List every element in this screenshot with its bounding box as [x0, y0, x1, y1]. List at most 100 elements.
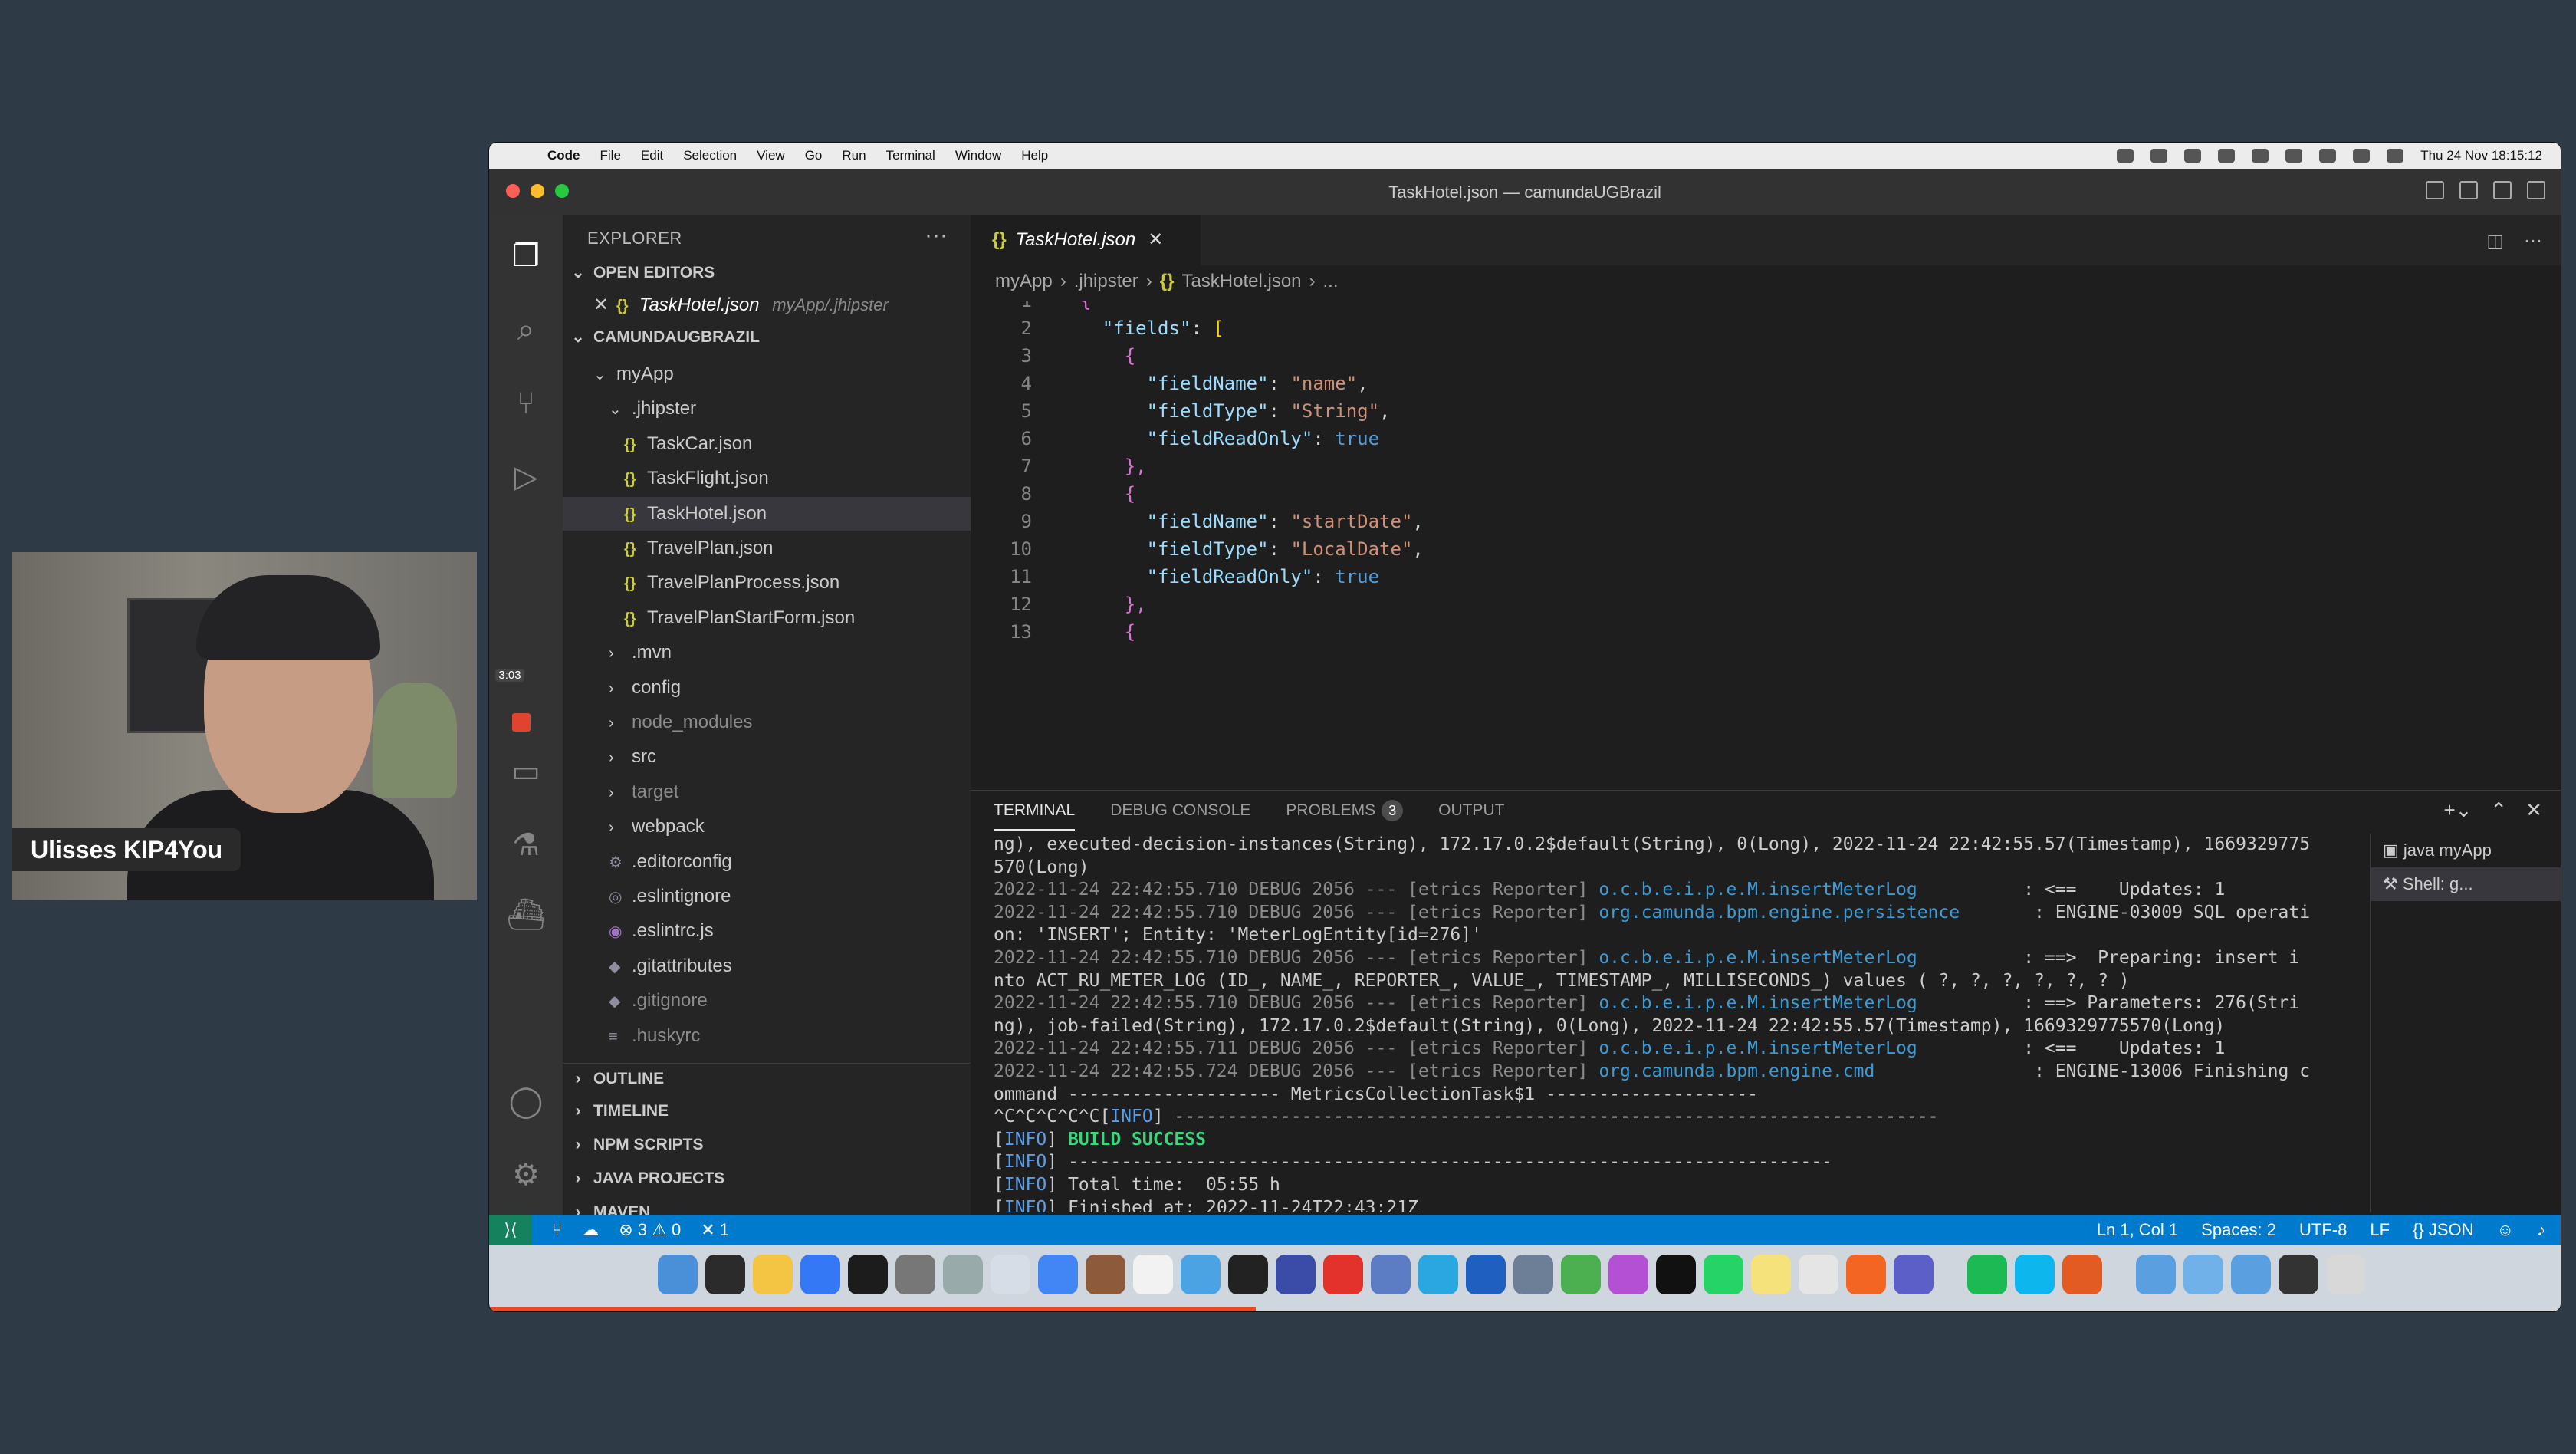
docker-icon[interactable]: ⛴	[506, 894, 546, 934]
dock-app-icon[interactable]	[1656, 1255, 1696, 1294]
tree-item[interactable]: › webpack	[563, 810, 971, 844]
tree-item[interactable]: {} TaskCar.json	[563, 427, 971, 461]
tray-icon[interactable]	[2117, 149, 2134, 163]
dock-app-icon[interactable]	[1276, 1255, 1316, 1294]
tab-terminal[interactable]: TERMINAL	[994, 791, 1076, 831]
dock-app-icon[interactable]	[2231, 1255, 2271, 1294]
close-panel-icon[interactable]: ✕	[2525, 798, 2542, 822]
tree-item[interactable]: › config	[563, 671, 971, 705]
close-icon[interactable]: ✕	[563, 288, 609, 322]
dock-app-icon[interactable]	[2015, 1255, 2055, 1294]
dock-app-icon[interactable]	[1323, 1255, 1363, 1294]
toggle-secondary-sidebar-icon[interactable]	[2493, 181, 2512, 199]
breadcrumb-item[interactable]: .jhipster	[1074, 271, 1138, 291]
open-editors-section[interactable]: ⌄ OPEN EDITORS	[563, 258, 971, 288]
tree-item[interactable]: {} TaskHotel.json	[563, 496, 971, 531]
menu-bar-clock[interactable]: Thu 24 Nov 18:15:12	[2420, 143, 2542, 169]
tree-item[interactable]: › .mvn	[563, 636, 971, 669]
settings-gear-icon[interactable]: ⚙	[506, 1155, 546, 1195]
tree-item[interactable]: ◆ .gitignore	[563, 984, 971, 1018]
terminal-output[interactable]: ng), executed-decision-instances(String)…	[994, 834, 2374, 1212]
tree-item[interactable]: {} TravelPlan.json	[563, 531, 971, 565]
wifi-icon[interactable]	[2285, 149, 2303, 163]
record-icon[interactable]	[512, 713, 531, 732]
close-tab-icon[interactable]: ✕	[1148, 229, 1163, 250]
dock-app-icon[interactable]	[1466, 1255, 1506, 1294]
dock-app-icon[interactable]	[705, 1255, 745, 1294]
ports-status[interactable]: ✕ 1	[701, 1215, 729, 1245]
menu-go[interactable]: Go	[805, 143, 823, 169]
menu-edit[interactable]: Edit	[641, 143, 663, 169]
dock-app-icon[interactable]	[1561, 1255, 1601, 1294]
dock-app-icon[interactable]	[895, 1255, 935, 1294]
tree-item[interactable]: ◆ .gitattributes	[563, 949, 971, 983]
menu-file[interactable]: File	[600, 143, 621, 169]
tree-item[interactable]: {} TravelPlanStartForm.json	[563, 601, 971, 635]
dock-app-icon[interactable]	[2183, 1255, 2223, 1294]
menu-terminal[interactable]: Terminal	[886, 143, 935, 169]
tab-output[interactable]: OUTPUT	[1438, 791, 1504, 831]
tree-item[interactable]: › src	[563, 740, 971, 774]
dock-app-icon[interactable]	[1799, 1255, 1838, 1294]
dock-app-icon[interactable]	[1038, 1255, 1078, 1294]
code-editor[interactable]: 1 {2 "fields": [3 {4 "fieldName": "name"…	[971, 301, 2561, 776]
customize-layout-icon[interactable]	[2527, 181, 2545, 199]
dock-app-icon[interactable]	[1894, 1255, 1934, 1294]
dock-app-icon[interactable]	[1704, 1255, 1743, 1294]
open-editor-item[interactable]: ✕ {} TaskHotel.json myApp/.jhipster	[563, 288, 971, 322]
tree-item[interactable]: ◎ .eslintignore	[563, 880, 971, 913]
dock-app-icon[interactable]	[1133, 1255, 1173, 1294]
remote-indicator-icon[interactable]: ⟩⟨	[489, 1215, 532, 1245]
tree-item[interactable]: › target	[563, 775, 971, 809]
tree-item[interactable]: ≡ .huskyrc	[563, 1019, 971, 1053]
dock-app-icon[interactable]	[2326, 1255, 2366, 1294]
account-icon[interactable]: ◯	[506, 1081, 546, 1121]
remote-explorer-icon[interactable]: ▭	[506, 752, 546, 791]
testing-icon[interactable]: ⚗	[506, 825, 546, 865]
editor-tab-taskhotel[interactable]: {} TaskHotel.json ✕	[971, 215, 1201, 265]
run-debug-icon[interactable]: ▷	[506, 457, 546, 497]
indentation[interactable]: Spaces: 2	[2201, 1215, 2276, 1245]
dock-app-icon[interactable]	[1751, 1255, 1791, 1294]
tree-item[interactable]: ⚙ .editorconfig	[563, 845, 971, 879]
dock-app-icon[interactable]	[2279, 1255, 2318, 1294]
workspace-section[interactable]: ⌄ CAMUNDAUGBRAZIL	[563, 322, 971, 353]
source-control-icon[interactable]: ⑂	[506, 383, 546, 423]
menu-help[interactable]: Help	[1021, 143, 1048, 169]
dock-app-icon[interactable]	[1181, 1255, 1221, 1294]
terminal-item-java[interactable]: ▣ java myApp	[2371, 834, 2561, 867]
dock-app-icon[interactable]	[1086, 1255, 1125, 1294]
tree-item[interactable]: {} TaskFlight.json	[563, 462, 971, 495]
tab-problems[interactable]: PROBLEMS 3	[1286, 791, 1404, 831]
outline-section[interactable]: › OUTLINE	[563, 1064, 971, 1094]
dock-app-icon[interactable]	[848, 1255, 888, 1294]
menu-app[interactable]: Code	[547, 143, 580, 169]
new-terminal-icon[interactable]: +⌄	[2443, 798, 2472, 822]
tray-icon[interactable]	[2252, 149, 2269, 163]
dock-app-icon[interactable]	[1371, 1255, 1411, 1294]
menu-window[interactable]: Window	[955, 143, 1001, 169]
video-progress-bar[interactable]	[489, 1307, 1256, 1311]
toggle-sidebar-icon[interactable]	[2426, 181, 2444, 199]
breadcrumb-item[interactable]: myApp	[995, 271, 1053, 291]
dock-app-icon[interactable]	[1846, 1255, 1886, 1294]
npm-scripts-section[interactable]: › NPM SCRIPTS	[563, 1128, 971, 1162]
tree-item[interactable]: ◉ .eslintrc.js	[563, 914, 971, 948]
maximize-panel-icon[interactable]: ⌃	[2490, 798, 2507, 822]
breadcrumb-item[interactable]: ...	[1323, 271, 1339, 291]
dock-app-icon[interactable]	[2062, 1255, 2102, 1294]
split-editor-icon[interactable]: ◫	[2486, 230, 2504, 252]
dock-app-icon[interactable]	[1967, 1255, 2007, 1294]
dock-app-icon[interactable]	[991, 1255, 1030, 1294]
java-projects-section[interactable]: › JAVA PROJECTS	[563, 1162, 971, 1196]
tree-item[interactable]: ⌄ .jhipster	[563, 392, 971, 426]
search-icon[interactable]: ⌕	[506, 310, 546, 350]
cursor-position[interactable]: Ln 1, Col 1	[2097, 1215, 2178, 1245]
battery-icon[interactable]	[2319, 149, 2337, 163]
end-of-line[interactable]: LF	[2370, 1215, 2390, 1245]
dock-app-icon[interactable]	[800, 1255, 840, 1294]
more-actions-icon[interactable]: ···	[2524, 230, 2542, 252]
feedback-icon[interactable]: ☺	[2497, 1215, 2514, 1245]
toggle-panel-icon[interactable]	[2459, 181, 2478, 199]
timeline-section[interactable]: › TIMELINE	[563, 1094, 971, 1128]
